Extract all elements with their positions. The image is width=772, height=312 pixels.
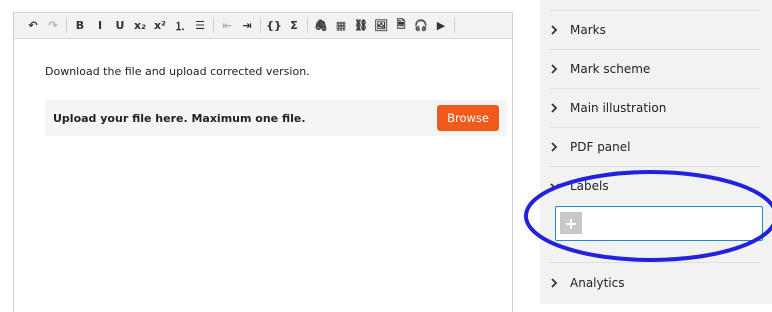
indent-icon[interactable]: ⇥ bbox=[237, 16, 257, 36]
file-upload-area: Upload your file here. Maximum one file.… bbox=[45, 100, 507, 136]
panel-divider bbox=[550, 166, 760, 167]
redo-icon[interactable]: ↷ bbox=[43, 16, 63, 36]
panel-item-mark-scheme[interactable]: Mark scheme bbox=[550, 58, 760, 80]
italic-icon[interactable]: I bbox=[90, 16, 110, 36]
chevron-right-icon bbox=[550, 142, 564, 152]
panel-item-label: PDF panel bbox=[570, 140, 631, 154]
attachment-icon[interactable]: 🖇 bbox=[311, 16, 331, 36]
superscript-icon[interactable]: x² bbox=[150, 16, 170, 36]
chevron-right-icon bbox=[550, 103, 564, 113]
subscript-icon[interactable]: x₂ bbox=[130, 16, 150, 36]
editor-toolbar: ↶ ↷ B I Ux₂ x² ⒈ ☰ ⇤ ⇥ {} Σ 🖇 ▦ ⛓ 🖼 🗎 🎧 ▶ bbox=[14, 13, 512, 39]
toolbar-separator bbox=[454, 18, 455, 33]
panel-divider bbox=[550, 49, 760, 50]
outdent-icon[interactable]: ⇤ bbox=[217, 16, 237, 36]
chevron-right-icon bbox=[550, 64, 564, 74]
link-icon[interactable]: ⛓ bbox=[351, 16, 371, 36]
pdf-icon[interactable]: 🗎 bbox=[391, 16, 411, 36]
panel-divider bbox=[550, 127, 760, 128]
toolbar-separator bbox=[66, 18, 67, 33]
browse-button[interactable]: Browse bbox=[437, 105, 499, 131]
code-braces-icon[interactable]: {} bbox=[264, 16, 284, 36]
panel-item-labels[interactable]: Labels bbox=[550, 175, 760, 197]
underline-icon[interactable]: U bbox=[110, 16, 130, 36]
chevron-right-icon bbox=[550, 278, 564, 288]
panel-item-label: Mark scheme bbox=[570, 62, 651, 76]
rich-text-editor: ↶ ↷ B I Ux₂ x² ⒈ ☰ ⇤ ⇥ {} Σ 🖇 ▦ ⛓ 🖼 🗎 🎧 ▶ Download the fil… bbox=[13, 12, 513, 312]
chevron-down-icon bbox=[550, 182, 564, 190]
sigma-icon[interactable]: Σ bbox=[284, 16, 304, 36]
toolbar-separator bbox=[307, 18, 308, 33]
toolbar-separator bbox=[213, 18, 214, 33]
editor-content[interactable]: Download the file and upload corrected v… bbox=[14, 39, 512, 162]
bold-icon[interactable]: B bbox=[70, 16, 90, 36]
panel-item-label: Labels bbox=[570, 179, 609, 193]
table-icon[interactable]: ▦ bbox=[331, 16, 351, 36]
panel-divider bbox=[550, 10, 760, 11]
undo-icon[interactable]: ↶ bbox=[23, 16, 43, 36]
panel-item-label: Marks bbox=[570, 23, 606, 37]
image-icon[interactable]: 🖼 bbox=[371, 16, 391, 36]
panel-divider bbox=[550, 262, 760, 263]
panel-item-label: Main illustration bbox=[570, 101, 667, 115]
instruction-text: Download the file and upload corrected v… bbox=[45, 65, 310, 78]
panel-item-main-illustration[interactable]: Main illustration bbox=[550, 97, 760, 119]
panel-item-analytics[interactable]: Analytics bbox=[550, 272, 760, 294]
add-label-button[interactable]: + bbox=[560, 212, 582, 234]
settings-panel: Marks Mark scheme Main illustration PDF pan… bbox=[540, 0, 772, 304]
ordered-list-icon[interactable]: ⒈ bbox=[170, 16, 190, 36]
panel-divider bbox=[550, 88, 760, 89]
panel-item-marks[interactable]: Marks bbox=[550, 19, 760, 41]
upload-label: Upload your file here. Maximum one file. bbox=[53, 111, 306, 125]
bullet-list-icon[interactable]: ☰ bbox=[190, 16, 210, 36]
panel-item-pdf-panel[interactable]: PDF panel bbox=[550, 136, 760, 158]
chevron-right-icon bbox=[550, 25, 564, 35]
video-icon[interactable]: ▶ bbox=[431, 16, 451, 36]
audio-icon[interactable]: 🎧 bbox=[411, 16, 431, 36]
panel-item-label: Analytics bbox=[570, 276, 625, 290]
labels-input-box[interactable]: + bbox=[555, 206, 763, 241]
toolbar-separator bbox=[260, 18, 261, 33]
